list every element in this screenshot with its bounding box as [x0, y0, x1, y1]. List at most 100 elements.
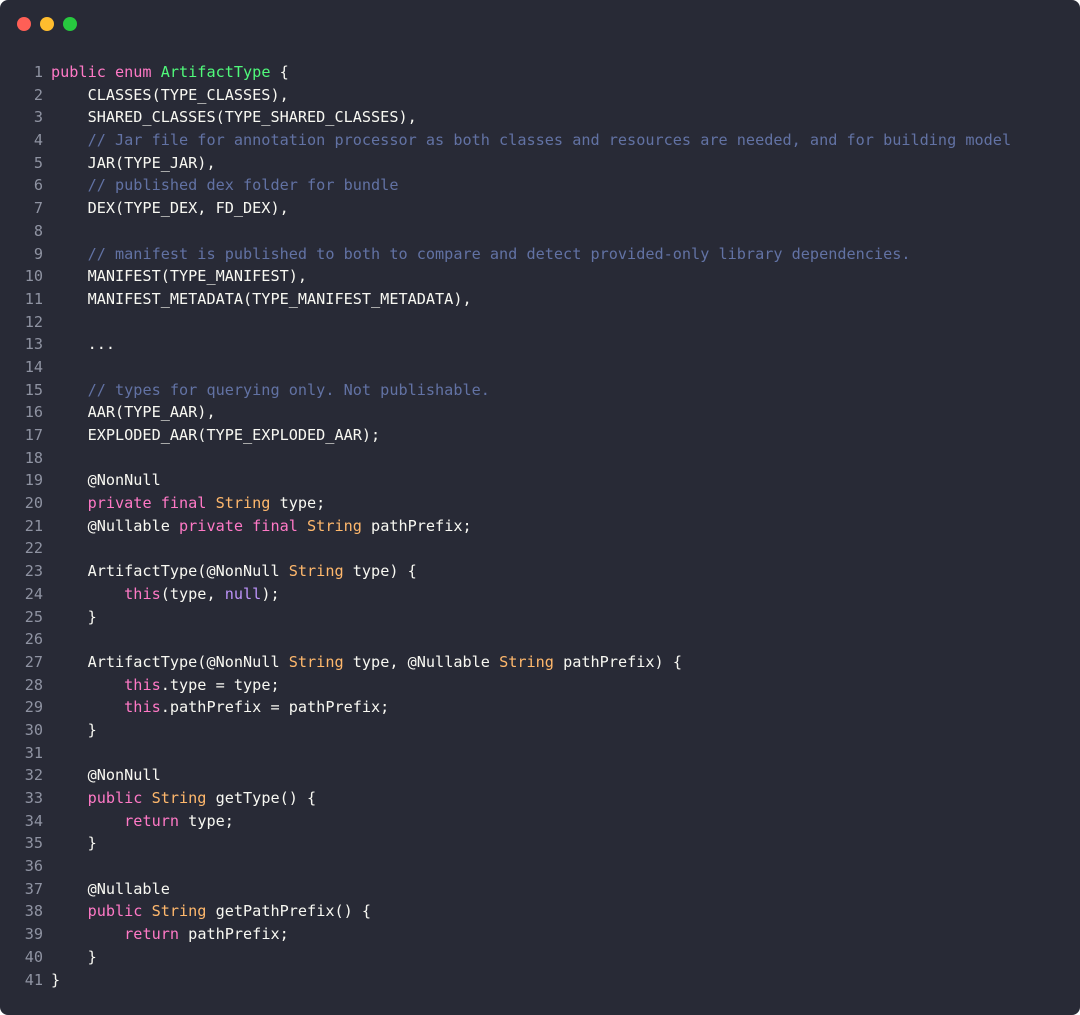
code-line: 36	[0, 855, 1080, 878]
line-number: 27	[24, 652, 43, 671]
line-content: ArtifactType(@NonNull String type, @Null…	[51, 651, 682, 674]
line-content: public String getType() {	[51, 787, 317, 810]
code-token-plain: {	[270, 63, 289, 81]
line-number: 12	[24, 312, 43, 331]
code-token-plain: AAR(TYPE_AAR),	[51, 403, 216, 422]
line-number: 10	[24, 267, 43, 286]
line-content: @NonNull	[51, 764, 161, 787]
code-line: 32 @NonNull	[0, 764, 1080, 787]
code-token-kw: return	[124, 925, 180, 944]
code-line: 17 EXPLODED_AAR(TYPE_EXPLODED_AAR);	[0, 424, 1080, 447]
code-line: 1 public enum ArtifactType {	[0, 61, 1080, 84]
line-number: 29	[24, 698, 43, 717]
code-line: 29 this.pathPrefix = pathPrefix;	[0, 696, 1080, 719]
line-number: 19	[24, 471, 43, 490]
code-line: 40 }	[0, 946, 1080, 969]
line-number: 31	[24, 743, 43, 762]
line-number: 35	[24, 834, 43, 853]
line-number: 22	[24, 539, 43, 558]
code-token-plain: @Nullable	[51, 879, 170, 898]
line-content: ...	[51, 333, 115, 356]
code-token-kw: public	[87, 789, 152, 807]
line-content: // types for querying only. Not publisha…	[51, 379, 490, 402]
line-number: 23	[24, 562, 43, 581]
line-number: 1	[33, 63, 43, 81]
line-content: }	[51, 832, 97, 855]
line-number: 34	[24, 811, 43, 830]
line-number: 5	[33, 153, 43, 172]
line-number: 15	[24, 380, 43, 399]
code-line: 15 // types for querying only. Not publi…	[0, 379, 1080, 402]
line-number: 33	[24, 789, 43, 807]
code-token-plain: type;	[270, 494, 326, 513]
line-content: public String getPathPrefix() {	[51, 900, 371, 923]
line-number: 39	[24, 925, 43, 944]
code-token-plain: pathPrefix;	[361, 516, 472, 535]
line-number: 36	[24, 857, 43, 876]
code-line: 4 // Jar file for annotation processor a…	[0, 129, 1080, 152]
code-line: 20 private final String type;	[0, 492, 1080, 515]
code-line: 18	[0, 447, 1080, 470]
code-token-plain: CLASSES(TYPE_CLASSES),	[51, 85, 289, 104]
line-content: AAR(TYPE_AAR),	[51, 401, 216, 424]
code-token-plain: .pathPrefix = pathPrefix;	[160, 698, 390, 717]
code-token-type: String	[151, 789, 207, 807]
code-token-plain: }	[51, 970, 61, 989]
line-content: MANIFEST_METADATA(TYPE_MANIFEST_METADATA…	[51, 288, 472, 311]
code-token-plain: type) {	[343, 562, 417, 581]
code-token-kw: public	[87, 902, 152, 921]
code-token-plain: );	[261, 584, 280, 603]
close-window-button[interactable]	[17, 17, 31, 31]
code-line: 7 DEX(TYPE_DEX, FD_DEX),	[0, 197, 1080, 220]
code-line: 12	[0, 311, 1080, 334]
line-content: this.pathPrefix = pathPrefix;	[51, 696, 389, 719]
code-token-plain: DEX(TYPE_DEX, FD_DEX),	[51, 199, 289, 218]
line-number: 16	[24, 403, 43, 422]
code-token-plain: @NonNull	[51, 471, 161, 490]
minimize-window-button[interactable]	[40, 17, 54, 31]
code-line: 21 @Nullable private final String pathPr…	[0, 515, 1080, 538]
code-token-plain: type;	[179, 811, 234, 830]
code-token-plain: }	[51, 834, 97, 853]
code-line: 31	[0, 742, 1080, 765]
line-content: // manifest is published to both to comp…	[51, 243, 911, 266]
line-content: }	[51, 719, 97, 742]
code-token-comment: // published dex folder for bundle	[87, 176, 399, 195]
code-token-comment: // Jar file for annotation processor as …	[87, 131, 1012, 150]
code-line: 37 @Nullable	[0, 878, 1080, 901]
code-token-plain: ArtifactType(@NonNull	[51, 652, 289, 671]
line-number: 3	[33, 108, 43, 127]
maximize-window-button[interactable]	[63, 17, 77, 31]
line-number: 18	[24, 448, 43, 467]
code-token-null: null	[224, 584, 262, 603]
code-line: 41}	[0, 969, 1080, 992]
code-line: 30 }	[0, 719, 1080, 742]
code-line: 6 // published dex folder for bundle	[0, 174, 1080, 197]
line-content: SHARED_CLASSES(TYPE_SHARED_CLASSES),	[51, 106, 417, 129]
line-number: 2	[33, 85, 43, 104]
line-content: this(type, null);	[51, 583, 280, 606]
code-line: 24 this(type, null);	[0, 583, 1080, 606]
line-number: 8	[33, 221, 43, 240]
line-content: MANIFEST(TYPE_MANIFEST),	[51, 265, 307, 288]
line-content: this.type = type;	[51, 674, 279, 697]
line-number: 26	[24, 630, 43, 649]
line-content: return type;	[51, 810, 234, 833]
code-line: 33 public String getType() {	[0, 787, 1080, 810]
code-token-plain: MANIFEST_METADATA(TYPE_MANIFEST_METADATA…	[51, 289, 472, 308]
code-token-kw: private final	[87, 494, 216, 513]
code-token-this: this	[124, 698, 161, 717]
code-token-plain: ...	[51, 335, 116, 354]
line-content: @Nullable private final String pathPrefi…	[51, 515, 472, 538]
code-editor[interactable]: 1 public enum ArtifactType {2 CLASSES(TYP…	[0, 61, 1080, 991]
line-content: // Jar file for annotation processor as …	[51, 129, 1012, 152]
line-number: 24	[24, 584, 43, 603]
line-number: 25	[24, 607, 43, 626]
line-number: 37	[24, 879, 43, 898]
